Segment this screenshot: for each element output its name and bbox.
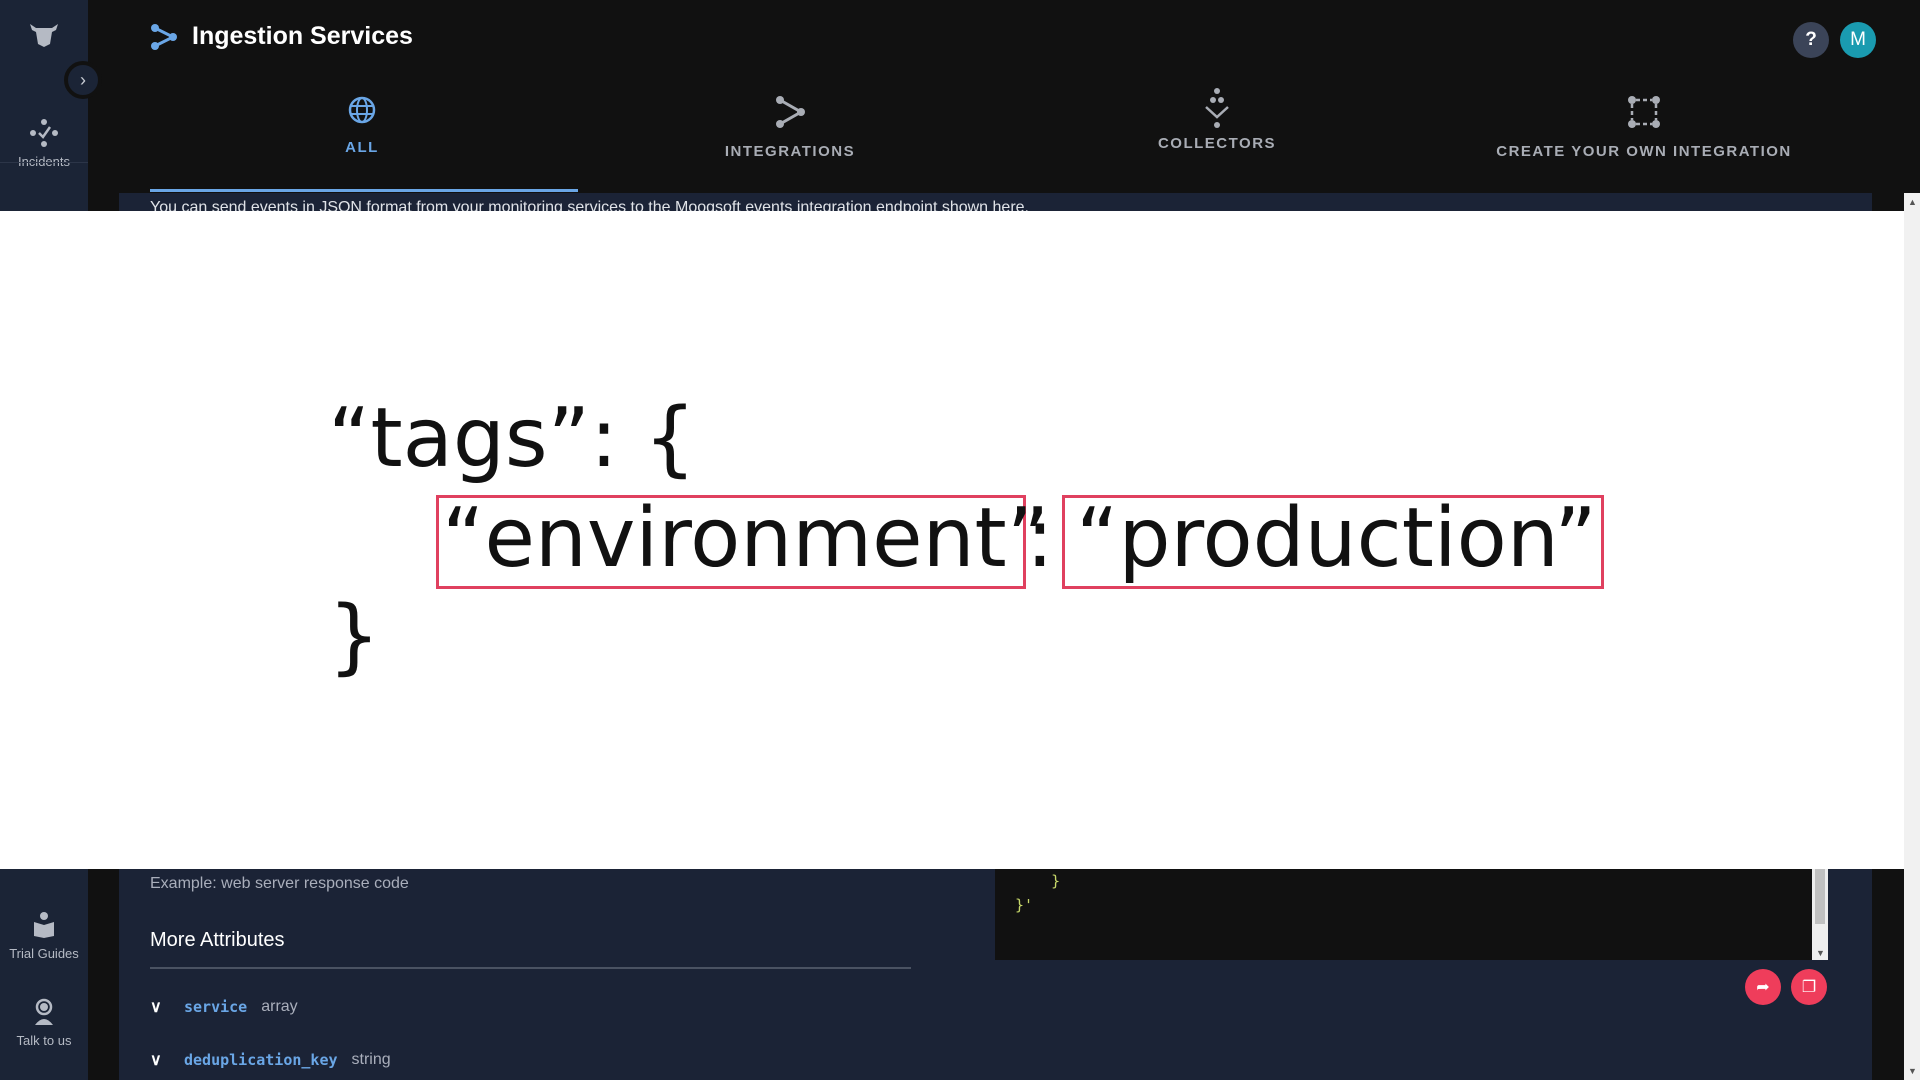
share-icon — [151, 23, 177, 50]
active-tab-indicator — [150, 189, 578, 192]
attribute-type: string — [351, 1051, 391, 1068]
attribute-key: service — [184, 998, 248, 1016]
scrollbar-thumb[interactable] — [1815, 869, 1825, 924]
divider — [150, 967, 911, 969]
sidebar-item-talk-to-us[interactable]: Talk to us — [0, 997, 88, 1048]
sidebar-item-label: Trial Guides — [9, 946, 79, 961]
tab-label: COLLECTORS — [1157, 135, 1277, 152]
globe-icon — [348, 96, 376, 124]
attribute-row-service[interactable]: ∨ service array — [150, 997, 298, 1017]
sidebar-item-label: Talk to us — [16, 1033, 72, 1048]
json-colon: : — [1026, 491, 1054, 586]
copy-icon: ❐ — [1801, 979, 1817, 996]
copy-button[interactable]: ❐ — [1791, 969, 1827, 1005]
scroll-down-arrow-icon[interactable]: ▼ — [1816, 948, 1825, 958]
sidebar-divider — [0, 162, 88, 163]
share-button[interactable]: ➦ — [1745, 969, 1781, 1005]
expand-sidebar-button[interactable]: › — [64, 61, 102, 99]
support-agent-icon — [35, 998, 53, 1025]
chevron-down-icon[interactable]: ∨ — [150, 997, 170, 1017]
tab-create-your-own-integration[interactable]: CREATE YOUR OWN INTEGRATION — [1430, 95, 1858, 160]
tab-label: INTEGRATIONS — [724, 143, 856, 160]
page-title-text: Ingestion Services — [192, 22, 413, 50]
avatar-initial: M — [1850, 29, 1866, 50]
avatar[interactable]: M — [1840, 22, 1876, 58]
share-icon — [776, 96, 805, 128]
code-text: } }' — [995, 869, 1828, 917]
more-attributes-heading: More Attributes — [150, 929, 285, 951]
tab-label: ALL — [345, 139, 379, 156]
forward-arrow-icon: ➦ — [1756, 979, 1770, 996]
incidents-icon — [30, 119, 58, 147]
code-line: }' — [1015, 896, 1034, 914]
json-close-brace: } — [328, 589, 381, 684]
scroll-down-arrow-icon[interactable]: ▼ — [1908, 1066, 1917, 1076]
json-value: “production” — [1076, 491, 1597, 586]
code-line: } — [1015, 872, 1061, 890]
tab-all[interactable]: ALL — [148, 95, 576, 156]
tags-example-overlay: “tags”: { “environment” : “production” } — [0, 211, 1920, 869]
help-icon: ? — [1805, 29, 1817, 50]
tab-collectors[interactable]: COLLECTORS — [1003, 88, 1431, 152]
tab-label: CREATE YOUR OWN INTEGRATION — [1496, 143, 1792, 160]
code-sample: } }' ▼ — [995, 869, 1828, 960]
book-reader-icon — [34, 912, 54, 938]
help-button[interactable]: ? — [1793, 22, 1829, 58]
page-scrollbar[interactable]: ▲ ▼ — [1904, 193, 1920, 1080]
scroll-up-arrow-icon[interactable]: ▲ — [1908, 197, 1917, 207]
tab-integrations[interactable]: INTEGRATIONS — [576, 95, 1004, 160]
attribute-row-deduplication-key[interactable]: ∨ deduplication_key string — [150, 1050, 391, 1070]
attribute-type: array — [261, 998, 298, 1015]
custom-integration-icon — [1628, 96, 1660, 128]
chevron-down-icon[interactable]: ∨ — [150, 1050, 170, 1070]
field-example: Example: web server response code — [150, 875, 409, 892]
chevron-right-icon: › — [80, 69, 86, 90]
json-key: “environment” — [442, 491, 1050, 586]
sidebar-item-trial-guides[interactable]: Trial Guides — [0, 910, 88, 961]
collector-icon — [1205, 88, 1229, 128]
attribute-key: deduplication_key — [184, 1051, 338, 1069]
json-tags-line: “tags”: { — [328, 391, 696, 486]
moogsoft-logo-icon[interactable] — [28, 20, 60, 48]
code-scrollbar[interactable]: ▼ — [1812, 869, 1828, 960]
page-title: Ingestion Services — [150, 22, 413, 51]
